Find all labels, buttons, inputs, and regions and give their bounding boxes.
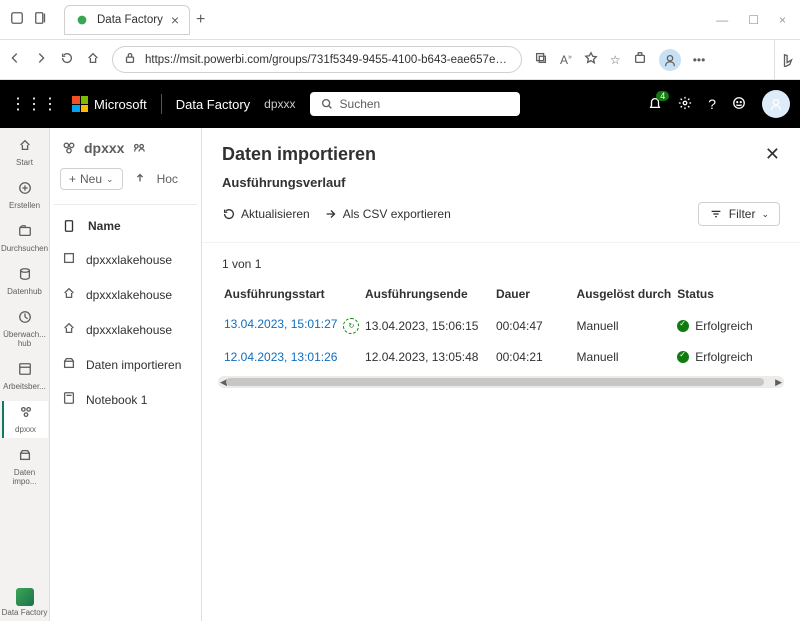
browser-avatar[interactable] (659, 49, 681, 71)
favorite-icon[interactable] (584, 51, 598, 68)
bing-sidebar-icon[interactable] (774, 40, 800, 79)
list-item[interactable]: dpxxxlakehouse (54, 243, 197, 276)
export-csv-button[interactable]: Als CSV exportieren (324, 207, 451, 221)
runs-table: Ausführungsstart Ausführungsende Dauer A… (202, 279, 800, 372)
notifications-icon[interactable]: 4 (648, 96, 662, 113)
search-input[interactable]: Suchen (310, 92, 520, 116)
list-item[interactable]: dpxxxlakehouse (54, 313, 197, 346)
nav-home-icon[interactable] (86, 51, 100, 68)
content-area: Start Erstellen Durchsuchen Datenhub Übe… (0, 128, 800, 621)
table-header: Ausführungsstart Ausführungsende Dauer A… (218, 279, 784, 309)
table-row[interactable]: 12.04.2023, 13:01:26 12.04.2023, 13:05:4… (218, 342, 784, 372)
nav-back-icon[interactable] (8, 51, 22, 68)
nav-forward-icon[interactable] (34, 51, 48, 68)
new-tab-button[interactable]: + (196, 11, 205, 29)
read-aloud-icon[interactable]: A» (560, 53, 572, 67)
section-title: Ausführungsverlauf (202, 171, 800, 196)
app-launcher-icon[interactable]: ⋮⋮⋮ (10, 94, 58, 114)
rail-item-start[interactable]: Start (2, 134, 48, 171)
user-avatar[interactable] (762, 90, 790, 118)
profile-icon[interactable] (10, 11, 24, 28)
success-icon (677, 320, 689, 332)
tab-favicon (75, 13, 89, 27)
rail-item-workspaces[interactable]: Arbeitsber... (2, 358, 48, 395)
lock-icon (123, 51, 137, 68)
table-row[interactable]: 13.04.2023, 15:01:27↻ 13.04.2023, 15:06:… (218, 309, 784, 342)
close-panel-icon[interactable]: ✕ (765, 144, 780, 165)
product-name: Data Factory (176, 97, 250, 112)
success-icon (677, 351, 689, 363)
rail-item-browse[interactable]: Durchsuchen (2, 220, 48, 257)
collections-icon[interactable] (34, 11, 48, 28)
list-item[interactable]: Daten importieren (54, 348, 197, 381)
nav-refresh-icon[interactable] (60, 51, 74, 68)
settings-icon[interactable] (678, 96, 692, 113)
horizontal-scrollbar[interactable]: ◀ ▶ (218, 376, 784, 388)
running-icon: ↻ (343, 318, 359, 334)
workspace-settings-icon[interactable] (132, 141, 146, 155)
app-header: ⋮⋮⋮ Microsoft Data Factory dpxxx Suchen … (0, 80, 800, 128)
favorites-list-icon[interactable]: ☆ (610, 53, 621, 67)
list-item[interactable]: Notebook 1 (54, 383, 197, 416)
refresh-button[interactable]: Aktualisieren (222, 207, 310, 221)
filter-button[interactable]: Filter⌄ (698, 202, 780, 226)
result-count: 1 von 1 (202, 243, 800, 279)
tab-title: Data Factory (97, 14, 163, 26)
browser-tab[interactable]: Data Factory × (64, 5, 190, 35)
window-minimize-icon[interactable]: — (716, 13, 728, 27)
url-input[interactable]: https://msit.powerbi.com/groups/731f5349… (112, 46, 522, 73)
nav-rail: Start Erstellen Durchsuchen Datenhub Übe… (0, 128, 50, 621)
rail-item-datahub[interactable]: Datenhub (2, 263, 48, 300)
brand-logo: Microsoft (72, 96, 147, 112)
workspace-list-panel: dpxxx + Neu ⌄ Hoc Name dpxxxlakehouse dp… (50, 128, 202, 621)
rail-item-monitor[interactable]: Überwach... hub (2, 306, 48, 352)
list-columns-header: Name (54, 213, 197, 241)
extensions-icon[interactable] (633, 51, 647, 68)
window-maximize-icon[interactable]: ☐ (748, 13, 759, 27)
workspace-header: dpxxx (54, 136, 197, 160)
new-button[interactable]: + Neu ⌄ (60, 168, 123, 190)
list-item[interactable]: dpxxxlakehouse (54, 278, 197, 311)
window-close-icon[interactable]: × (779, 13, 786, 27)
feedback-icon[interactable] (732, 96, 746, 113)
more-icon[interactable]: ••• (693, 53, 706, 67)
rail-item-dataimport[interactable]: Daten impo... (2, 444, 48, 490)
page-title: Daten importieren (222, 144, 376, 165)
copy-url-icon[interactable] (534, 51, 548, 68)
rail-item-fabric[interactable]: Data Factory (2, 584, 48, 621)
workspace-name: dpxxx (264, 97, 295, 111)
rail-item-dpxxx[interactable]: dpxxx (2, 401, 48, 438)
main-panel: Daten importieren ✕ Ausführungsverlauf A… (202, 128, 800, 621)
url-text: https://msit.powerbi.com/groups/731f5349… (145, 54, 511, 66)
tab-close-icon[interactable]: × (171, 12, 179, 28)
help-icon[interactable]: ? (708, 96, 716, 112)
rail-item-create[interactable]: Erstellen (2, 177, 48, 214)
browser-addressbar: https://msit.powerbi.com/groups/731f5349… (0, 40, 800, 80)
browser-titlebar: Data Factory × + — ☐ × (0, 0, 800, 40)
upload-icon[interactable] (133, 171, 147, 188)
